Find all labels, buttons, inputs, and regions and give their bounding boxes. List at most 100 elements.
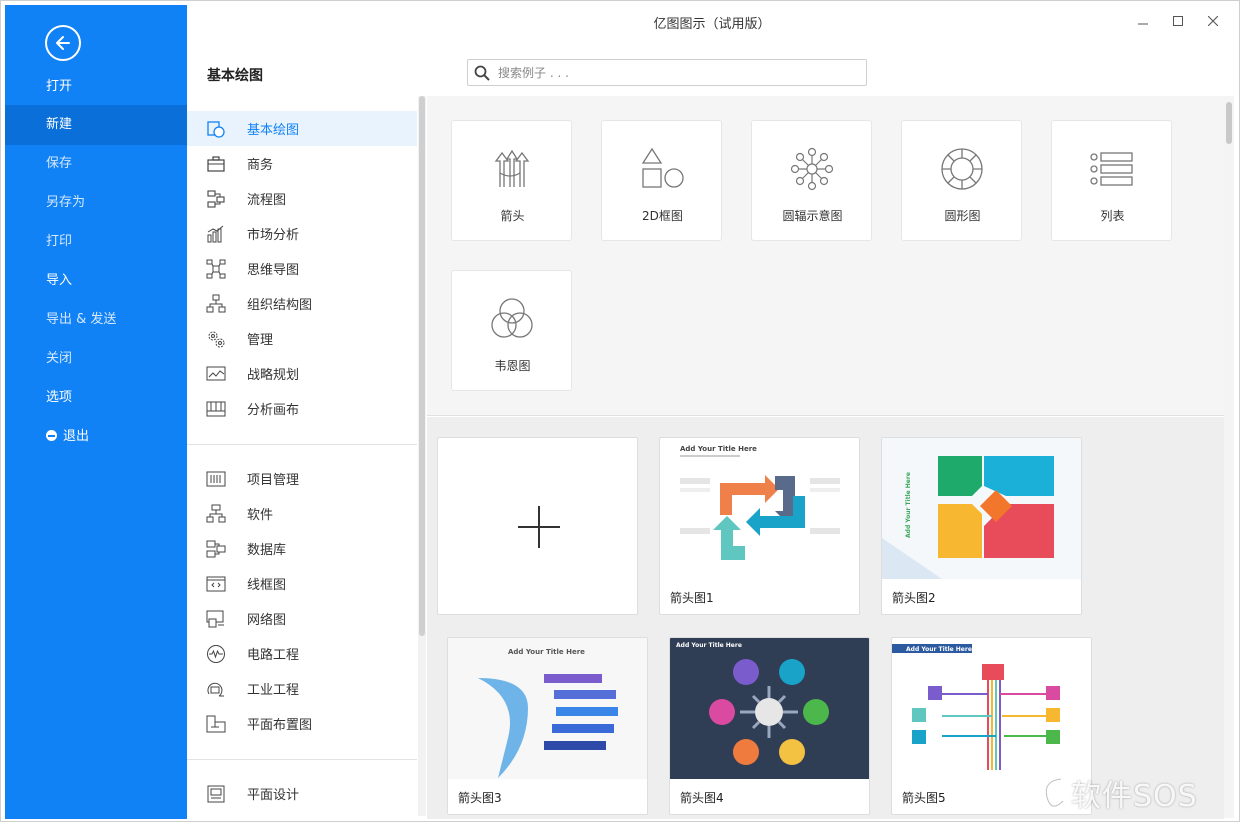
window-title: 亿图图示（试用版） xyxy=(653,17,771,32)
circular-icon xyxy=(941,148,983,190)
thumb-title: Add Your Title Here xyxy=(905,472,912,538)
category-graphic-design[interactable]: 平面设计 xyxy=(187,776,417,811)
menu-open[interactable]: 打开 xyxy=(5,67,187,107)
menu-close[interactable]: 关闭 xyxy=(5,339,187,379)
search-box[interactable] xyxy=(467,59,867,86)
example-card-2[interactable]: Add Your Title Here 箭头图2 xyxy=(881,437,1082,615)
category-industrial[interactable]: 工业工程 xyxy=(187,671,417,706)
category-flowchart[interactable]: 流程图 xyxy=(187,181,417,216)
category-strategy[interactable]: 战略规划 xyxy=(187,356,417,391)
category-wireframe[interactable]: 线框图 xyxy=(187,566,417,601)
category-divider xyxy=(187,759,417,760)
template-circular[interactable]: 圆形图 xyxy=(901,120,1022,241)
example-label: 箭头图4 xyxy=(680,791,724,805)
category-circuit[interactable]: 电路工程 xyxy=(187,636,417,671)
example-label: 箭头图5 xyxy=(902,791,946,805)
thumb-title: Add Your Title Here xyxy=(906,646,972,653)
category-divider xyxy=(187,444,417,445)
category-org-chart[interactable]: 组织结构图 xyxy=(187,286,417,321)
menu-options[interactable]: 选项 xyxy=(5,378,187,418)
thumb-title: Add Your Title Here xyxy=(508,648,585,656)
org-chart-icon xyxy=(205,293,227,315)
menu-export-send[interactable]: 导出 & 发送 xyxy=(5,300,187,340)
category-business[interactable]: 商务 xyxy=(187,146,417,181)
close-button[interactable] xyxy=(1203,11,1223,31)
close-icon xyxy=(1208,16,1218,26)
menu-import[interactable]: 导入 xyxy=(5,261,187,301)
template-radial[interactable]: 圆辐示意图 xyxy=(751,120,872,241)
maximize-button[interactable] xyxy=(1168,11,1188,31)
menu-print[interactable]: 打印 xyxy=(5,222,187,262)
category-mindmap[interactable]: 思维导图 xyxy=(187,251,417,286)
new-blank-drawing[interactable] xyxy=(437,437,638,615)
example-thumbnail: Add Your Title Here xyxy=(892,638,1091,779)
back-arrow-icon xyxy=(56,36,70,50)
minimize-button[interactable] xyxy=(1133,11,1153,31)
network-icon xyxy=(205,608,227,630)
category-software[interactable]: 软件 xyxy=(187,496,417,531)
exit-icon xyxy=(46,430,57,441)
category-analysis-canvas[interactable]: 分析画布 xyxy=(187,391,417,426)
template-list[interactable]: 列表 xyxy=(1051,120,1172,241)
category-market-analysis[interactable]: 市场分析 xyxy=(187,216,417,251)
example-thumbnail: Add Your Title Here xyxy=(660,438,859,579)
graphic-design-icon xyxy=(205,783,227,805)
template-type-grid: 箭头 2D框图 圆辐示意图 圆形图 列表 韦恩图 xyxy=(427,96,1224,416)
software-icon xyxy=(205,503,227,525)
example-thumbnail: Add Your Title Here xyxy=(448,638,647,779)
title-bar: 亿图图示（试用版） xyxy=(187,5,1237,37)
list-icon xyxy=(1090,152,1133,186)
bar-chart-icon xyxy=(205,223,227,245)
canvas-icon xyxy=(205,398,227,420)
menu-save[interactable]: 保存 xyxy=(5,144,187,184)
category-list: 基本绘图 商务 流程图 市场分析 思维导图 组织结构图 管理 战略规划 分析画布… xyxy=(187,111,417,817)
category-scrollbar[interactable] xyxy=(418,96,426,816)
watermark-logo-icon xyxy=(1044,777,1065,809)
example-thumbnail: Add Your Title Here xyxy=(882,438,1081,579)
template-2d-block[interactable]: 2D框图 xyxy=(601,120,722,241)
thumb-title: Add Your Title Here xyxy=(676,642,742,649)
radial-icon xyxy=(790,147,834,191)
menu-exit-label: 退出 xyxy=(63,429,90,444)
gears-icon xyxy=(205,328,227,350)
example-card-4[interactable]: Add Your Title Here 箭头图4 xyxy=(669,637,870,815)
shapes-2d-icon xyxy=(641,147,684,188)
thumb-title: Add Your Title Here xyxy=(680,445,757,453)
example-label: 箭头图3 xyxy=(458,791,502,805)
app-window: 打开 新建 保存 另存为 打印 导入 导出 & 发送 关闭 选项 退出 亿图图示… xyxy=(0,0,1240,822)
example-label: 箭头图1 xyxy=(670,591,714,605)
mindmap-icon xyxy=(205,258,227,280)
scroll-thumb[interactable] xyxy=(1226,102,1232,144)
gallery-scrollbar[interactable] xyxy=(1224,96,1234,818)
search-input[interactable] xyxy=(498,63,858,83)
wireframe-icon xyxy=(205,573,227,595)
category-project-management[interactable]: 项目管理 xyxy=(187,461,417,496)
scroll-thumb[interactable] xyxy=(419,96,425,636)
example-card-3[interactable]: Add Your Title Here 箭头图3 xyxy=(447,637,648,815)
plus-icon xyxy=(538,506,540,548)
database-icon xyxy=(205,538,227,560)
briefcase-icon xyxy=(205,153,227,175)
category-database[interactable]: 数据库 xyxy=(187,531,417,566)
menu-exit[interactable]: 退出 xyxy=(5,417,187,457)
back-button[interactable] xyxy=(45,25,81,61)
example-thumbnail: Add Your Title Here xyxy=(670,638,869,779)
example-card-1[interactable]: Add Your Title Here 箭头图1 xyxy=(659,437,860,615)
file-menu: 打开 新建 保存 另存为 打印 导入 导出 & 发送 关闭 选项 退出 xyxy=(5,5,187,819)
menu-save-as[interactable]: 另存为 xyxy=(5,183,187,223)
template-venn[interactable]: 韦恩图 xyxy=(451,270,572,391)
page-title: 基本绘图 xyxy=(207,68,263,84)
template-arrows[interactable]: 箭头 xyxy=(451,120,572,241)
search-icon xyxy=(474,65,490,81)
project-icon xyxy=(205,468,227,490)
venn-icon xyxy=(491,298,533,338)
category-floorplan[interactable]: 平面布置图 xyxy=(187,706,417,741)
maximize-icon xyxy=(1173,16,1183,26)
arrows-icon xyxy=(494,149,530,187)
menu-new[interactable]: 新建 xyxy=(5,105,187,145)
category-management[interactable]: 管理 xyxy=(187,321,417,356)
circuit-icon xyxy=(205,643,227,665)
floorplan-icon xyxy=(205,713,227,735)
category-network[interactable]: 网络图 xyxy=(187,601,417,636)
category-basic-drawing[interactable]: 基本绘图 xyxy=(187,111,417,146)
